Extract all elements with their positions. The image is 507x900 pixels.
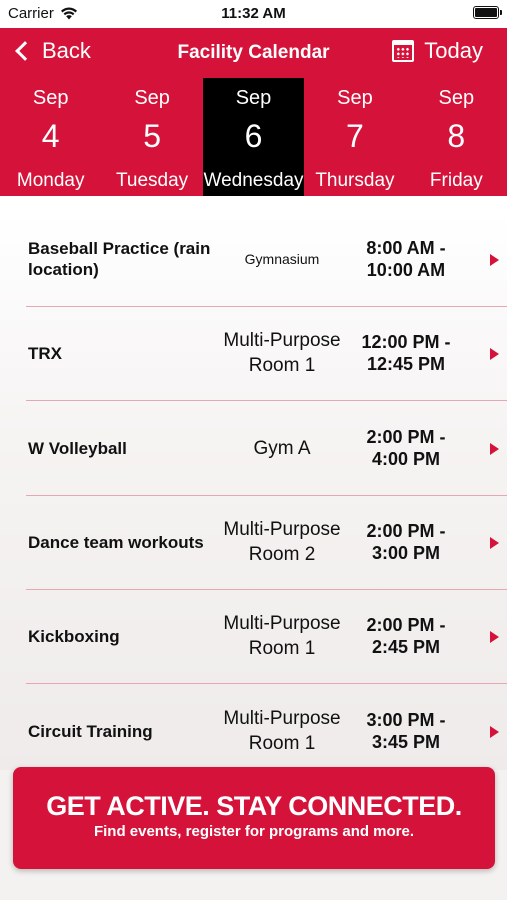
day-weekday: Monday — [16, 170, 85, 191]
event-location: Gym A — [253, 437, 311, 459]
today-label: Today — [424, 38, 483, 63]
day-weekday: Thursday — [315, 170, 395, 191]
day-month: Sep — [235, 87, 272, 109]
day-number: 7 — [346, 118, 364, 154]
event-row[interactable]: Baseball Practice (rain location) Gymnas… — [26, 212, 507, 307]
event-list[interactable]: Baseball Practice (rain location) Gymnas… — [0, 212, 507, 772]
day-month: Sep — [134, 87, 170, 109]
battery-icon — [473, 6, 502, 19]
day-weekday: Tuesday — [116, 170, 189, 191]
status-bar: Carrier 11:32 AM — [0, 0, 507, 28]
day-month: Sep — [337, 87, 373, 109]
event-time: 2:00 PM - 2:45 PM — [366, 615, 446, 657]
banner-headline: GET ACTIVE. STAY CONNECTED. — [46, 791, 462, 821]
event-name: Dance team workouts — [28, 532, 204, 552]
event-name: Kickboxing — [28, 626, 120, 646]
day-tab-sep-5[interactable]: Sep 5 Tuesday — [101, 78, 202, 196]
event-row[interactable]: Circuit Training Multi-Purpose Room 1 3:… — [26, 684, 507, 772]
back-button[interactable]: Back — [14, 38, 91, 64]
disclosure-arrow-icon — [490, 631, 499, 643]
event-time: 2:00 PM - 3:00 PM — [366, 521, 446, 563]
calendar-icon — [392, 40, 415, 62]
disclosure-arrow-icon — [490, 726, 499, 738]
event-name: W Volleyball — [28, 438, 127, 458]
day-number: 8 — [447, 118, 466, 154]
status-time: 11:32 AM — [221, 5, 286, 22]
disclosure-arrow-icon — [490, 537, 499, 549]
banner-subtext: Find events, register for programs and m… — [93, 823, 415, 840]
day-number: 6 — [244, 118, 263, 154]
back-label: Back — [42, 38, 91, 63]
day-tab-sep-4[interactable]: Sep 4 Monday — [0, 78, 101, 196]
date-selector: Sep 4 Monday Sep 5 Tuesday Sep 6 Wednesd… — [0, 78, 507, 196]
event-location: Multi-Purpose Room 1 — [223, 708, 341, 754]
day-number: 4 — [41, 118, 60, 154]
day-number: 5 — [143, 118, 161, 154]
event-time: 12:00 PM - 12:45 PM — [361, 332, 451, 374]
event-location: Multi-Purpose Room 1 — [223, 330, 341, 376]
event-time: 8:00 AM - 10:00 AM — [366, 238, 446, 280]
navigation-bar: Back Facility Calendar Today — [0, 28, 507, 78]
event-location: Multi-Purpose Room 2 — [223, 519, 341, 565]
day-tab-sep-8[interactable]: Sep 8 Friday — [406, 78, 507, 196]
event-row[interactable]: TRX Multi-Purpose Room 1 12:00 PM - 12:4… — [26, 306, 507, 401]
event-name: Circuit Training — [28, 721, 153, 741]
event-location: Gymnasium — [244, 250, 320, 267]
event-name: TRX — [28, 343, 62, 363]
disclosure-arrow-icon — [490, 348, 499, 360]
event-row[interactable]: W Volleyball Gym A 2:00 PM - 4:00 PM — [26, 401, 507, 496]
event-time: 3:00 PM - 3:45 PM — [366, 710, 446, 752]
disclosure-arrow-icon — [490, 254, 499, 266]
promo-banner[interactable]: GET ACTIVE. STAY CONNECTED. Find events,… — [13, 767, 495, 869]
day-tab-sep-6[interactable]: Sep 6 Wednesday — [202, 78, 305, 196]
event-location: Multi-Purpose Room 1 — [223, 613, 341, 659]
day-month: Sep — [32, 87, 69, 109]
event-row[interactable]: Kickboxing Multi-Purpose Room 1 2:00 PM … — [26, 589, 507, 684]
event-row[interactable]: Dance team workouts Multi-Purpose Room 2… — [26, 495, 507, 590]
day-month: Sep — [438, 87, 475, 109]
disclosure-arrow-icon — [490, 443, 499, 455]
day-tab-sep-7[interactable]: Sep 7 Thursday — [304, 78, 405, 196]
day-weekday: Friday — [429, 170, 483, 191]
today-button[interactable]: Today — [392, 38, 483, 64]
event-time: 2:00 PM - 4:00 PM — [366, 427, 446, 469]
event-name: Baseball Practice (rain location) — [28, 239, 211, 279]
chevron-left-icon — [15, 41, 35, 61]
day-weekday: Wednesday — [203, 170, 304, 191]
